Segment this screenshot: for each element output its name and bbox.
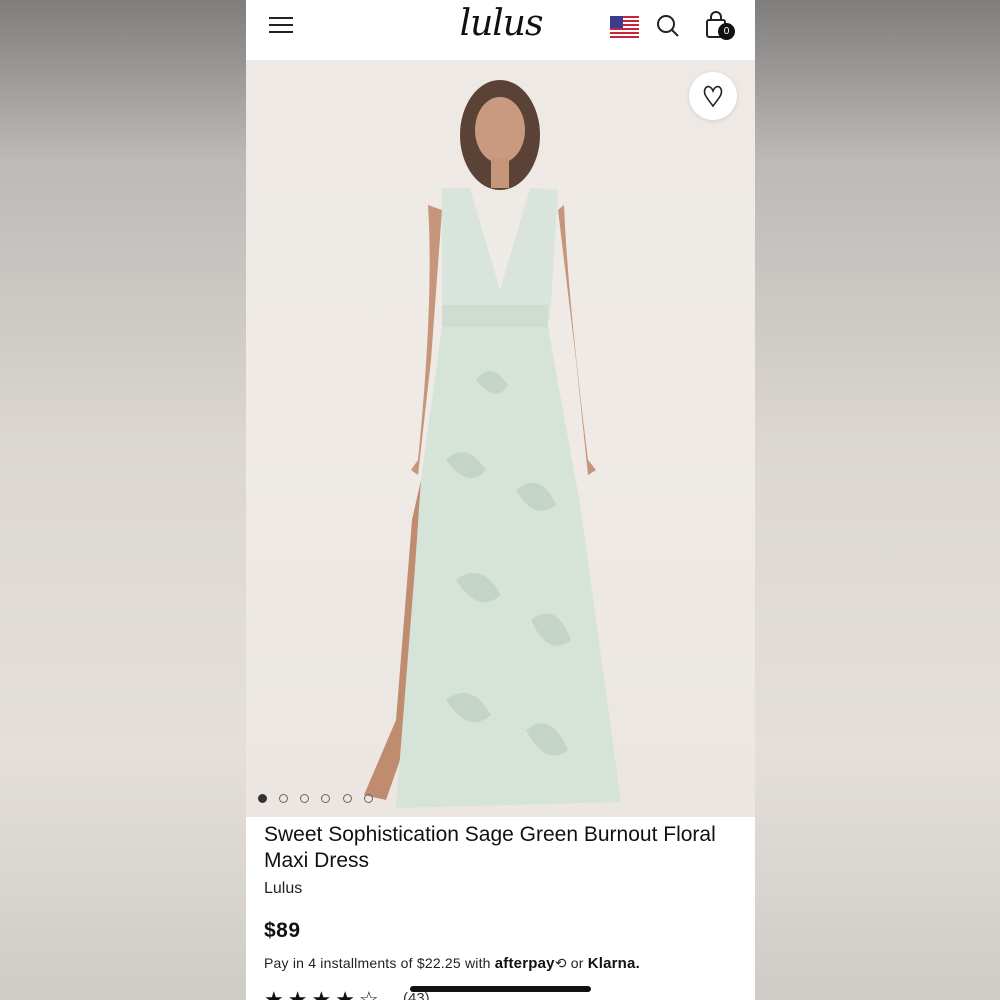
logo[interactable]: lulus [454, 2, 548, 46]
hamburger-menu-icon[interactable] [269, 15, 293, 35]
product-image[interactable] [246, 60, 755, 817]
gallery-dot[interactable] [343, 794, 352, 803]
search-icon[interactable] [656, 14, 680, 38]
site-header: lulus 0 [246, 0, 755, 60]
gallery-dot[interactable] [300, 794, 309, 803]
cart-count-badge: 0 [718, 23, 735, 40]
installments-text: Pay in 4 installments of $22.25 with [264, 955, 491, 971]
right-background [755, 0, 1000, 1000]
gallery-dot[interactable] [279, 794, 288, 803]
home-indicator [410, 986, 591, 992]
product-title: Sweet Sophistication Sage Green Burnout … [264, 823, 716, 872]
star-empty-icon: ☆ [358, 987, 383, 1000]
gallery-dot[interactable] [364, 794, 373, 803]
us-flag-icon[interactable] [610, 16, 639, 38]
afterpay-link[interactable]: afterpay [495, 955, 555, 972]
gallery-dot[interactable] [321, 794, 330, 803]
model-dress-illustration [364, 80, 621, 808]
rating-stars[interactable]: ★★★★☆ [264, 987, 383, 1000]
wishlist-button[interactable] [689, 72, 737, 120]
product-price: $89 [264, 919, 301, 942]
heart-icon [703, 85, 723, 108]
product-page: lulus 0 Sweet Sophistication Sage Green … [246, 0, 755, 1000]
star-icon: ★ [287, 987, 312, 1000]
afterpay-icon: ⟲ [554, 955, 567, 971]
left-background [0, 0, 246, 1000]
or-text: or [570, 955, 584, 971]
installments-info: Pay in 4 installments of $22.25 with aft… [264, 955, 640, 972]
product-brand[interactable]: Lulus [264, 880, 302, 898]
gallery-dot[interactable] [258, 794, 267, 803]
star-icon: ★ [264, 987, 288, 1000]
klarna-link[interactable]: Klarna. [588, 955, 640, 972]
star-icon: ★ [311, 987, 336, 1000]
star-icon: ★ [335, 987, 359, 1000]
